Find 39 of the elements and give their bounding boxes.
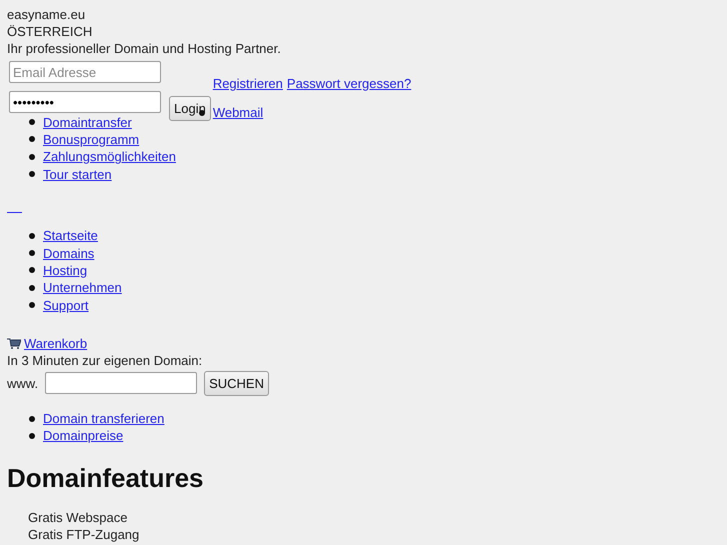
bullet-icon — [29, 154, 35, 160]
bullet-icon — [29, 432, 35, 439]
country-label: ÖSTERREICH — [7, 23, 94, 40]
nav-link[interactable]: Domains — [43, 244, 94, 262]
cart-icon — [7, 338, 21, 349]
bullet-icon — [29, 284, 35, 291]
link[interactable]: Zahlungsmöglichkeiten — [43, 148, 176, 166]
bullet-icon — [29, 250, 35, 256]
link[interactable]: Registrieren — [212, 76, 283, 91]
bullet-icon — [29, 302, 35, 308]
bullet-icon — [29, 119, 35, 126]
nav-link[interactable]: Hosting — [43, 262, 88, 279]
search-prompt: In 3 Minuten zur eigenen Domain: — [7, 352, 204, 369]
domain-field[interactable] — [45, 372, 198, 394]
bullet-icon — [29, 136, 35, 142]
bullet-icon — [29, 171, 35, 178]
link[interactable]: Domaintransfer — [43, 114, 132, 131]
link[interactable]: Passwort vergessen? — [286, 76, 412, 91]
bullet-icon — [29, 416, 35, 422]
feature-item: Gratis Webspace — [28, 508, 128, 526]
bullet-icon — [29, 232, 35, 239]
nav-link[interactable]: Support — [43, 296, 89, 314]
cart-link[interactable]: Warenkorb — [24, 334, 88, 352]
email-field[interactable]: Email Adresse — [9, 61, 161, 83]
link[interactable]: Tour starten — [43, 166, 112, 183]
password-field[interactable]: ••••••••• — [9, 91, 161, 113]
tagline: Ihr professioneller Domain und Hosting Partner. — [7, 40, 282, 57]
bullet-icon — [29, 267, 35, 274]
www-prefix: www. — [7, 374, 38, 392]
nav-link[interactable]: Startseite — [43, 227, 98, 244]
site-name: easyname.eu — [7, 6, 86, 23]
feature-item: Gratis FTP-Zugang — [28, 526, 140, 543]
menu-link[interactable]: Webmail — [212, 104, 264, 122]
nav-link[interactable]: Unternehmen — [43, 279, 122, 296]
search-button[interactable]: SUCHEN — [204, 370, 269, 396]
section-heading: Domainfeatures — [7, 462, 204, 493]
link[interactable]: Domainpreise — [43, 427, 124, 444]
link[interactable]: Bonusprogramm — [43, 130, 140, 148]
link[interactable]: Domain transferieren — [43, 410, 164, 428]
